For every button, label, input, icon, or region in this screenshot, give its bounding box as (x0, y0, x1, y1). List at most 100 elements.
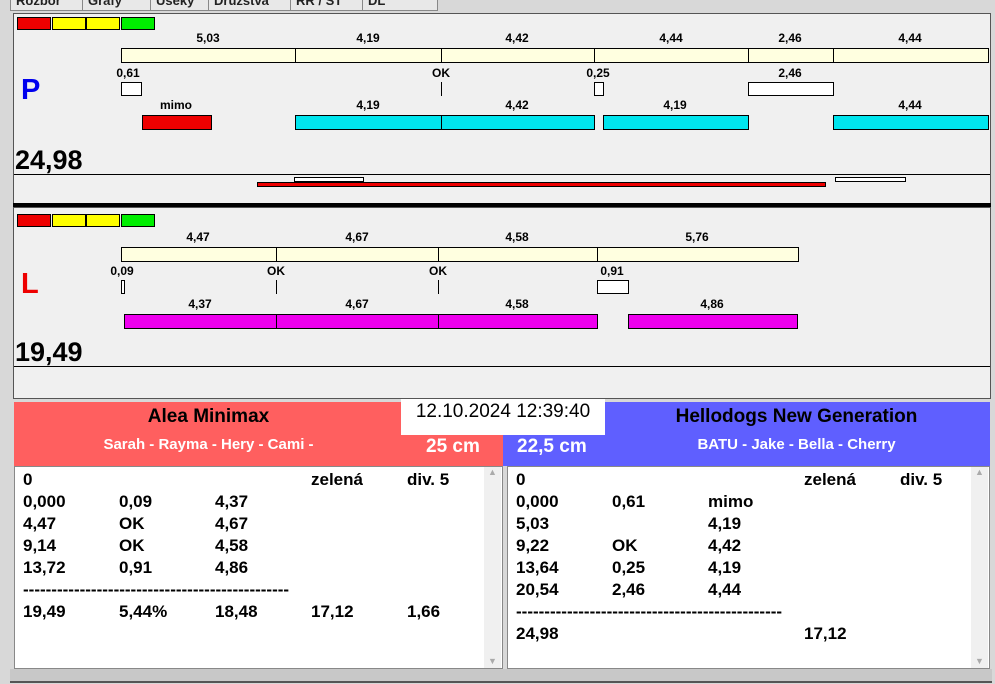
fault-tick (276, 280, 277, 294)
scrollbar[interactable]: ▲ ▼ (484, 467, 501, 668)
list-cell: 0,91 (119, 558, 153, 577)
team-b-name: Hellodogs New Generation (675, 406, 918, 427)
list-cell: OK (612, 536, 638, 555)
color-legend-cell (51, 214, 86, 227)
team-b-dogs: BATU - Jake - Bella - Cherry (697, 436, 896, 453)
segment-bar (121, 247, 277, 262)
fault-tick (441, 82, 442, 96)
fault-label: OK (267, 264, 285, 278)
status-bar (10, 669, 992, 683)
segment-bar (441, 48, 595, 63)
list-cell: 20,54 (516, 580, 559, 599)
color-legend-cell (120, 17, 155, 30)
lane-letter: L (21, 268, 39, 300)
list-header: 0 (516, 470, 526, 489)
fault-box (597, 280, 629, 294)
list-header: 0 (23, 470, 33, 489)
fault-label: 0,25 (586, 66, 610, 80)
time-bar (603, 115, 749, 130)
segment-label: 2,46 (778, 31, 802, 45)
time-label: 4,42 (505, 98, 529, 112)
tab-bar: Rozbor Grafy Úseky Družstvá RR / ST DL (0, 0, 600, 11)
lane-total: 24,98 (15, 145, 83, 175)
segment-bar (597, 247, 799, 262)
time-bar (124, 314, 277, 329)
list-cell: 13,64 (516, 558, 559, 577)
fault-label: 0,91 (600, 264, 624, 278)
timeline-bar (835, 177, 906, 182)
time-label: 4,86 (700, 297, 724, 311)
team-b-results-list[interactable]: ▲ ▼ 0 zelená div. 5 0,000 0,61 mimo 5,03 4,19 9,22… (507, 466, 990, 669)
list-cell: OK (119, 536, 145, 555)
list-cell: 17,12 (311, 602, 354, 621)
tab-4[interactable]: RR / ST (290, 0, 372, 11)
fault-box (594, 82, 604, 96)
team-a-results-list[interactable]: ▲ ▼ 0 zelená div. 5 0,000 0,09 4,37 4,47 OK 4,67 9,… (14, 466, 503, 669)
time-bar (441, 115, 595, 130)
list-cell: 0,000 (23, 492, 66, 511)
list-cell: mimo (708, 492, 754, 511)
timeline-bar (257, 182, 826, 187)
fault-label: OK (429, 264, 447, 278)
color-legend-cell (17, 17, 51, 30)
list-cell: zelená (311, 470, 363, 489)
list-cell: OK (119, 514, 145, 533)
segment-label: 4,42 (505, 31, 529, 45)
color-legend-cell (86, 214, 120, 227)
list-cell: 13,72 (23, 558, 66, 577)
segment-label: 4,58 (505, 230, 529, 244)
lane-letter: P (21, 74, 41, 106)
list-cell: 4,58 (215, 536, 249, 555)
list-cell: 4,86 (215, 558, 249, 577)
tab-0[interactable]: Rozbor (10, 0, 92, 11)
segment-label: 4,44 (659, 31, 683, 45)
list-cell: 4,47 (23, 514, 57, 533)
segment-label: 5,03 (196, 31, 220, 45)
team-b-height: 22,5 cm (517, 436, 587, 457)
fault-label: 0,09 (110, 264, 134, 278)
list-cell: 19,49 (23, 602, 66, 621)
segment-label: 4,47 (186, 230, 210, 244)
time-label: mimo (159, 98, 193, 112)
color-legend-cell (17, 214, 51, 227)
fault-box (121, 280, 125, 294)
tab-5[interactable]: DL (362, 0, 438, 11)
list-cell: 5,44% (119, 602, 168, 621)
segment-bar (295, 48, 442, 63)
timeline-axis (14, 174, 990, 175)
time-label: 4,58 (505, 297, 529, 311)
lane-total: 19,49 (15, 337, 83, 367)
segment-bar (594, 48, 749, 63)
time-bar (438, 314, 598, 329)
list-cell: 2,46 (612, 580, 646, 599)
list-cell: div. 5 (900, 470, 943, 489)
segment-bar (748, 48, 834, 63)
list-cell: 18,48 (215, 602, 258, 621)
tab-3[interactable]: Družstvá (208, 0, 300, 11)
time-bar (628, 314, 798, 329)
list-cell: 4,67 (215, 514, 249, 533)
color-legend-cell (86, 17, 120, 30)
fault-box (121, 82, 142, 96)
time-label: 4,19 (663, 98, 687, 112)
fault-tick (438, 280, 439, 294)
list-cell: 5,03 (516, 514, 550, 533)
list-cell: 4,19 (708, 558, 742, 577)
list-cell: ----------------------------------------… (516, 602, 783, 621)
fault-box (748, 82, 834, 96)
team-a-height: 25 cm (426, 436, 480, 457)
time-bar (833, 115, 989, 130)
fault-label: OK (432, 66, 450, 80)
list-cell: 0,09 (119, 492, 153, 511)
list-cell: 0,25 (612, 558, 646, 577)
time-label: 4,19 (356, 98, 380, 112)
scrollbar[interactable]: ▲ ▼ (971, 467, 988, 668)
list-cell: 4,19 (708, 514, 742, 533)
list-cell: ----------------------------------------… (23, 580, 290, 599)
segment-bar (121, 48, 296, 63)
segment-label: 4,67 (345, 230, 369, 244)
time-bar (276, 314, 439, 329)
list-cell: 17,12 (804, 624, 847, 643)
tab-1[interactable]: Grafy (82, 0, 160, 11)
list-cell: zelená (804, 470, 856, 489)
